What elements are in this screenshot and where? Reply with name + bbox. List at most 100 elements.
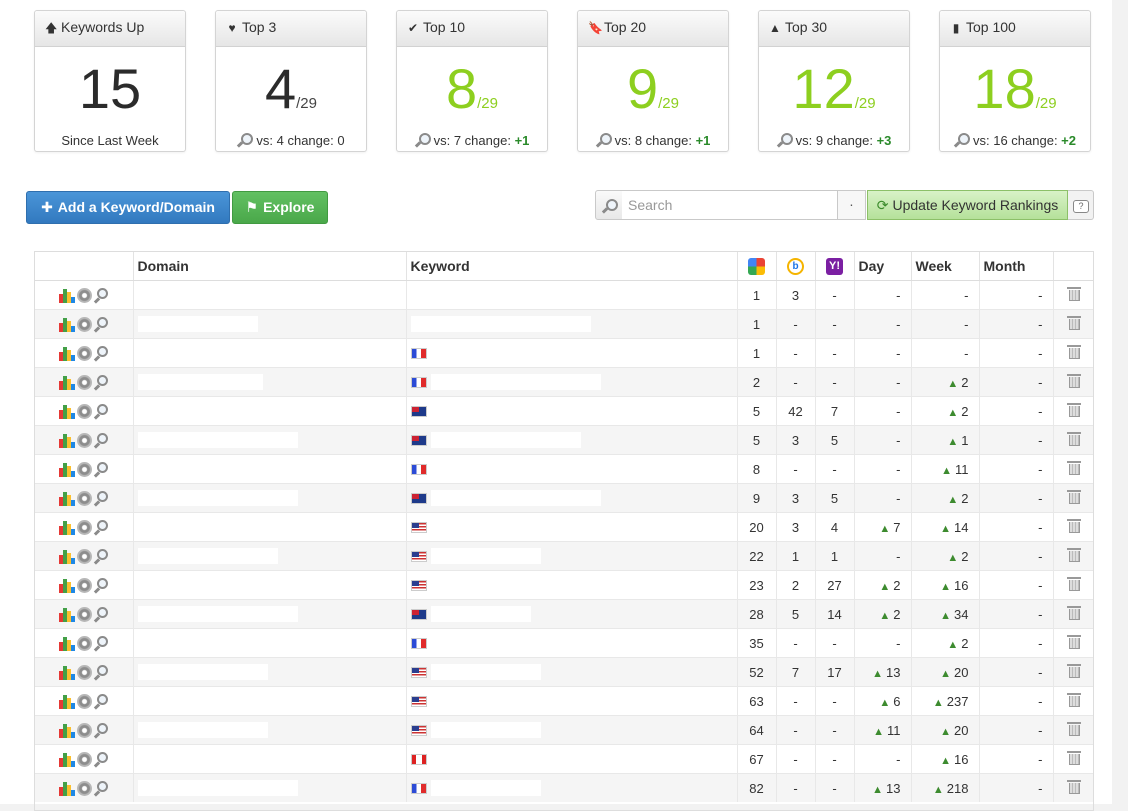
- chart-icon[interactable]: [58, 607, 75, 623]
- trash-icon[interactable]: [1067, 780, 1081, 794]
- table-row[interactable]: 52 7 17 ▲ 13 ▲ 20-: [35, 657, 1093, 687]
- trash-icon[interactable]: [1067, 664, 1081, 678]
- table-row[interactable]: 82- - ▲ 13 ▲ 218-: [35, 773, 1093, 802]
- table-row[interactable]: 9 3 5- ▲ 2-: [35, 483, 1093, 513]
- explore-button[interactable]: ⚑ Explore: [232, 191, 328, 224]
- keyword-header[interactable]: Keyword: [406, 252, 738, 281]
- chart-icon[interactable]: [58, 636, 75, 652]
- table-row[interactable]: 28 5 14 ▲ 2 ▲ 34-: [35, 599, 1093, 629]
- help-button[interactable]: ?: [1068, 190, 1094, 220]
- gear-icon[interactable]: [76, 288, 92, 304]
- trash-icon[interactable]: [1067, 548, 1081, 562]
- domain-cell[interactable]: [133, 280, 407, 310]
- domain-cell[interactable]: [133, 541, 407, 571]
- gear-icon[interactable]: [76, 752, 92, 768]
- trash-icon[interactable]: [1067, 461, 1081, 475]
- table-row[interactable]: 1-----: [35, 309, 1093, 339]
- chart-icon[interactable]: [58, 781, 75, 797]
- table-row[interactable]: 67- - - ▲ 16-: [35, 744, 1093, 774]
- domain-cell[interactable]: [133, 396, 407, 426]
- trash-icon[interactable]: [1067, 316, 1081, 330]
- table-row[interactable]: 2- - - ▲ 2-: [35, 367, 1093, 397]
- trash-icon[interactable]: [1067, 287, 1081, 301]
- chart-icon[interactable]: [58, 723, 75, 739]
- chart-icon[interactable]: [58, 346, 75, 362]
- trash-icon[interactable]: [1067, 635, 1081, 649]
- search-icon[interactable]: [94, 636, 109, 651]
- chart-icon[interactable]: [58, 433, 75, 449]
- domain-cell[interactable]: [133, 454, 407, 484]
- gear-icon[interactable]: [76, 665, 92, 681]
- domain-cell[interactable]: [133, 425, 407, 455]
- table-row[interactable]: 5 3 5- ▲ 1-: [35, 425, 1093, 455]
- domain-cell[interactable]: [133, 773, 407, 802]
- search-icon[interactable]: [94, 520, 109, 535]
- search-icon[interactable]: [94, 346, 109, 361]
- trash-icon[interactable]: [1067, 693, 1081, 707]
- search-icon[interactable]: [94, 752, 109, 767]
- trash-icon[interactable]: [1067, 432, 1081, 446]
- bing-header[interactable]: b: [776, 252, 816, 281]
- search-icon[interactable]: [94, 404, 109, 419]
- search-icon[interactable]: [94, 607, 109, 622]
- gear-icon[interactable]: [76, 694, 92, 710]
- chart-icon[interactable]: [58, 404, 75, 420]
- add-keyword-domain-button[interactable]: ✚ Add a Keyword/Domain: [26, 191, 230, 224]
- table-row[interactable]: 13----: [35, 280, 1093, 310]
- domain-cell[interactable]: [133, 628, 407, 658]
- search-icon[interactable]: [94, 723, 109, 738]
- search-icon[interactable]: [94, 375, 109, 390]
- chart-icon[interactable]: [58, 317, 75, 333]
- trash-icon[interactable]: [1067, 519, 1081, 533]
- day-header[interactable]: Day: [854, 252, 912, 281]
- domain-cell[interactable]: [133, 686, 407, 716]
- domain-cell[interactable]: [133, 367, 407, 397]
- table-row[interactable]: 5 42 7- ▲ 2-: [35, 396, 1093, 426]
- gear-icon[interactable]: [76, 607, 92, 623]
- table-row[interactable]: 35- - - ▲ 2-: [35, 628, 1093, 658]
- search-icon[interactable]: [94, 665, 109, 680]
- month-header[interactable]: Month: [979, 252, 1054, 281]
- gear-icon[interactable]: [76, 549, 92, 565]
- week-header[interactable]: Week: [911, 252, 980, 281]
- search-icon[interactable]: [94, 491, 109, 506]
- table-row[interactable]: 8- - - ▲ 11-: [35, 454, 1093, 484]
- search-icon[interactable]: [94, 549, 109, 564]
- chart-icon[interactable]: [58, 462, 75, 478]
- trash-icon[interactable]: [1067, 403, 1081, 417]
- gear-icon[interactable]: [76, 520, 92, 536]
- search-icon[interactable]: [94, 578, 109, 593]
- chart-icon[interactable]: [58, 375, 75, 391]
- domain-header[interactable]: Domain: [133, 252, 407, 281]
- table-row[interactable]: 1-----: [35, 338, 1093, 368]
- search-icon-box[interactable]: [595, 190, 623, 220]
- table-row[interactable]: 20 3 4 ▲ 7 ▲ 14-: [35, 512, 1093, 542]
- chart-icon[interactable]: [58, 549, 75, 565]
- gear-icon[interactable]: [76, 578, 92, 594]
- chart-icon[interactable]: [58, 694, 75, 710]
- domain-cell[interactable]: [133, 744, 407, 774]
- chart-icon[interactable]: [58, 578, 75, 594]
- search-input[interactable]: [622, 190, 838, 220]
- gear-icon[interactable]: [76, 723, 92, 739]
- domain-cell[interactable]: [133, 715, 407, 745]
- domain-cell[interactable]: [133, 570, 407, 600]
- search-icon[interactable]: [94, 317, 109, 332]
- chart-icon[interactable]: [58, 520, 75, 536]
- domain-cell[interactable]: [133, 657, 407, 687]
- table-row[interactable]: 63- - ▲ 6 ▲ 237-: [35, 686, 1093, 716]
- domain-cell[interactable]: [133, 599, 407, 629]
- table-row[interactable]: 64- - ▲ 11 ▲ 20-: [35, 715, 1093, 745]
- gear-icon[interactable]: [76, 375, 92, 391]
- trash-icon[interactable]: [1067, 577, 1081, 591]
- gear-icon[interactable]: [76, 491, 92, 507]
- domain-cell[interactable]: [133, 309, 407, 339]
- gear-icon[interactable]: [76, 636, 92, 652]
- domain-cell[interactable]: [133, 483, 407, 513]
- trash-icon[interactable]: [1067, 374, 1081, 388]
- trash-icon[interactable]: [1067, 490, 1081, 504]
- chart-icon[interactable]: [58, 288, 75, 304]
- gear-icon[interactable]: [76, 317, 92, 333]
- chart-icon[interactable]: [58, 665, 75, 681]
- chart-icon[interactable]: [58, 491, 75, 507]
